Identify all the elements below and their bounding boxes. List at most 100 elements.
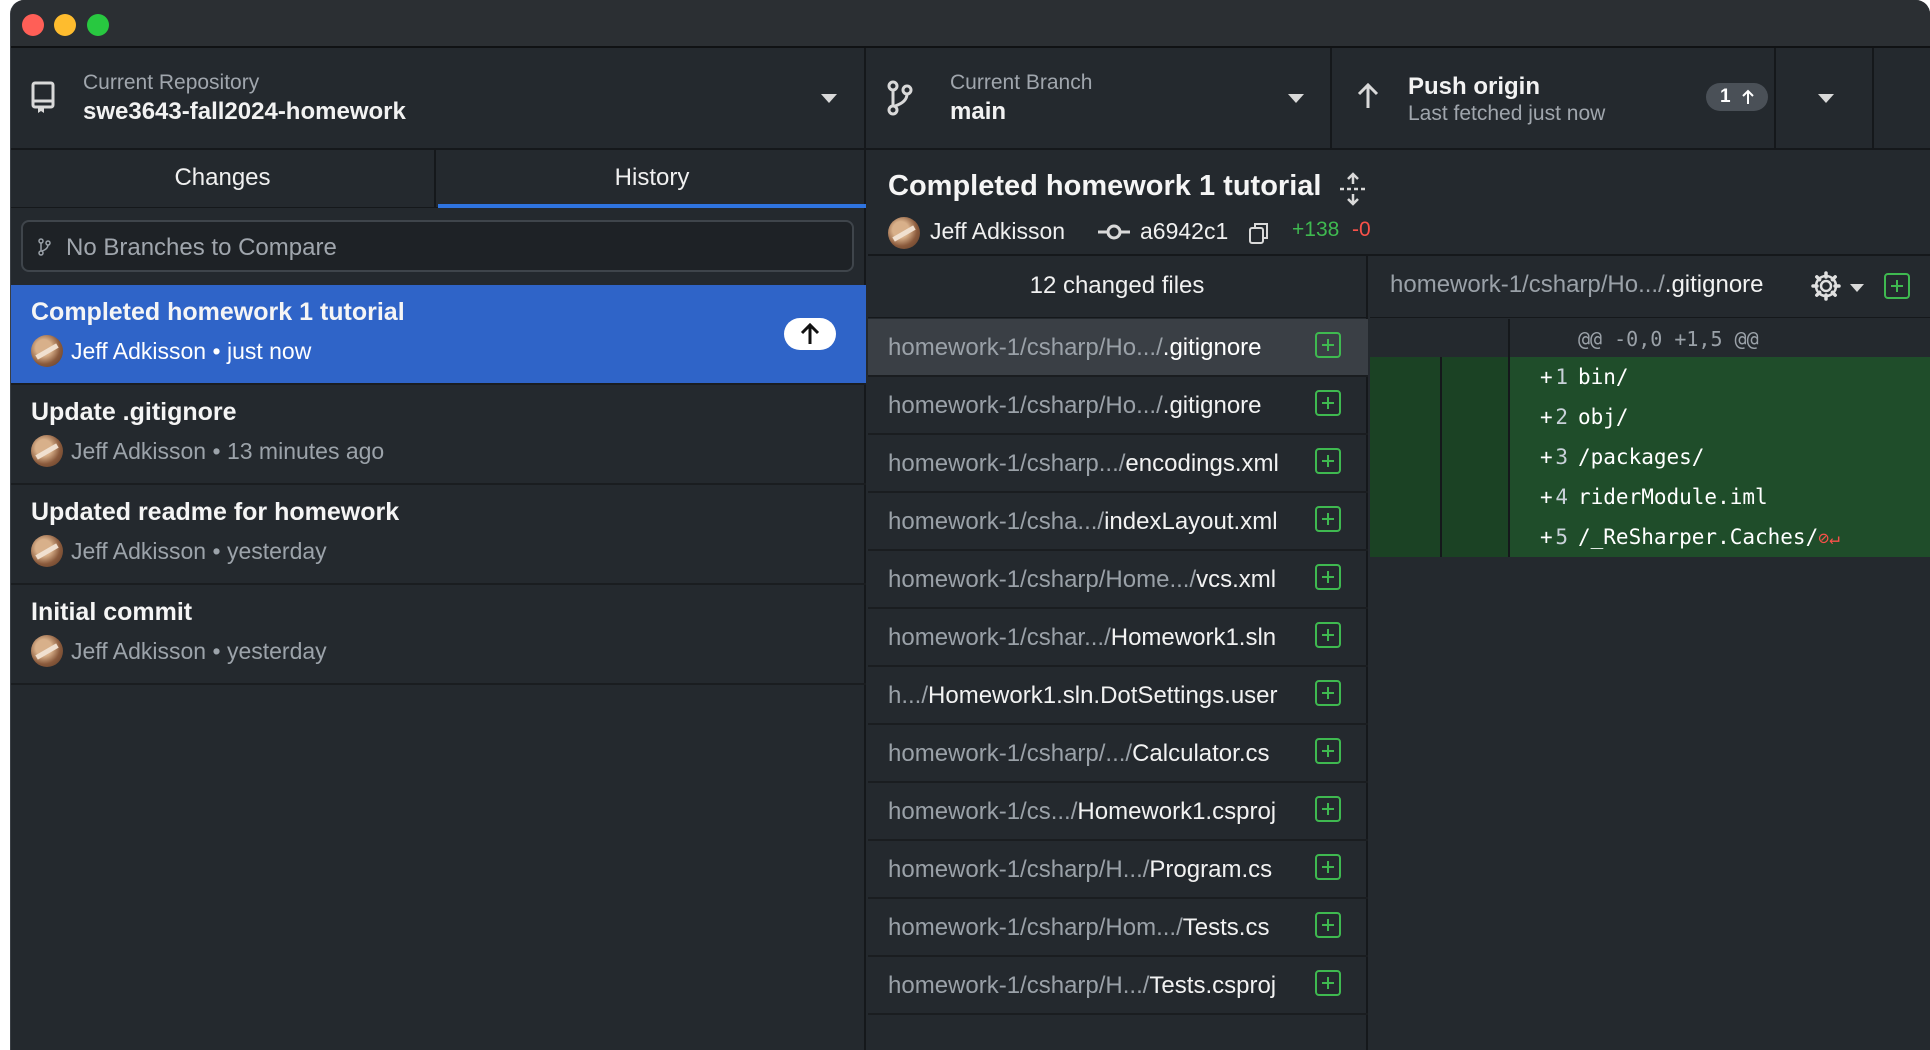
minimize-window-button[interactable]: [54, 14, 76, 36]
commit-meta: Jeff Adkisson • 13 minutes ago: [71, 438, 385, 464]
line-code: /packages/: [1578, 445, 1705, 469]
file-item[interactable]: homework-1/csharp/H.../Tests.csproj: [868, 957, 1368, 1015]
file-added-icon: [1315, 680, 1341, 706]
branch-icon: [887, 80, 913, 116]
push-dropdown-button[interactable]: [1774, 48, 1874, 148]
avatar: [888, 217, 920, 249]
diff-line[interactable]: 4 + riderModule.iml: [1370, 477, 1930, 517]
file-name: Tests.csproj: [1149, 972, 1277, 999]
app-window: Current Repository swe3643-fall2024-home…: [10, 0, 1930, 1050]
commit-item[interactable]: Initial commit Jeff Adkisson • yesterday: [11, 585, 866, 685]
additions-count: +138: [1292, 218, 1340, 241]
commit-item[interactable]: Updated readme for homework Jeff Adkisso…: [11, 485, 866, 585]
diff-line[interactable]: 1 + bin/: [1370, 357, 1930, 397]
file-item[interactable]: homework-1/cs.../Homework1.csproj: [868, 783, 1368, 841]
commit-detail-author: Jeff Adkisson: [930, 218, 1066, 244]
file-dir: h.../: [888, 682, 929, 709]
git-commit-icon: [1098, 224, 1130, 240]
file-dir: homework-1/csharp/Hom.../: [888, 914, 1183, 941]
avatar: [31, 335, 63, 367]
changed-files-list: 12 changed files homework-1/csharp/Ho...…: [868, 256, 1368, 1050]
file-name: Homework1.csproj: [1077, 798, 1277, 825]
commit-title: Update .gitignore: [31, 398, 237, 426]
file-name: vcs.xml: [1196, 566, 1277, 593]
tab-bar: Changes History: [11, 150, 866, 208]
file-item[interactable]: homework-1/csharp.../encodings.xml: [868, 435, 1368, 493]
copy-icon[interactable]: [1248, 221, 1270, 245]
branch-icon: [38, 238, 51, 256]
line-code: bin/: [1578, 365, 1629, 389]
commit-title: Completed homework 1 tutorial: [31, 298, 405, 326]
file-dir: homework-1/cs.../: [888, 798, 1078, 825]
file-dir: homework-1/csharp/H.../: [888, 972, 1150, 999]
file-item[interactable]: homework-1/csharp/H.../Program.cs: [868, 841, 1368, 899]
file-name: .gitignore: [1162, 334, 1262, 361]
file-dir: homework-1/csharp/Ho.../: [888, 392, 1163, 419]
branch-compare-input[interactable]: No Branches to Compare: [21, 220, 854, 272]
hunk-text: @@ -0,0 +1,5 @@: [1578, 327, 1759, 351]
commit-title: Updated readme for homework: [31, 498, 400, 526]
file-name: Tests.cs: [1182, 914, 1270, 941]
file-dir: homework-1/csharp/Home.../: [888, 566, 1197, 593]
commit-item[interactable]: Update .gitignore Jeff Adkisson • 13 min…: [11, 385, 866, 485]
file-path: homework-1/cshar.../Homework1.sln: [888, 624, 1276, 652]
file-added-icon: [1884, 273, 1910, 299]
deletions-count: -0: [1352, 218, 1371, 241]
file-item[interactable]: homework-1/csha.../indexLayout.xml: [868, 493, 1368, 551]
line-sign: +: [1540, 445, 1553, 469]
title-bar: [11, 0, 1930, 48]
commit-title: Initial commit: [31, 598, 193, 626]
commit-time: yesterday: [226, 538, 327, 564]
file-item[interactable]: h.../Homework1.sln.DotSettings.user: [868, 667, 1368, 725]
commit-meta: Jeff Adkisson • yesterday: [71, 638, 327, 664]
gear-icon: [1811, 271, 1841, 301]
file-path: homework-1/cs.../Homework1.csproj: [888, 798, 1276, 826]
file-added-icon: [1315, 506, 1341, 532]
file-dir: homework-1/csha.../: [888, 508, 1105, 535]
tab-history[interactable]: History: [438, 150, 866, 208]
commit-author: Jeff Adkisson: [71, 338, 207, 364]
tab-changes[interactable]: Changes: [11, 150, 436, 208]
diff-line[interactable]: 2 + obj/: [1370, 397, 1930, 437]
file-dir: homework-1/cshar.../: [888, 624, 1111, 651]
file-path: homework-1/csha.../indexLayout.xml: [888, 508, 1278, 536]
line-code: /_ReSharper.Caches/⊘↵: [1578, 525, 1840, 549]
file-name: Calculator.cs: [1132, 740, 1270, 767]
diff-line[interactable]: 5 +/_ReSharper.Caches/⊘↵: [1370, 517, 1930, 557]
expand-icon[interactable]: [1338, 172, 1368, 206]
file-dir: homework-1/csharp/Ho.../: [888, 334, 1163, 361]
file-name: .gitignore: [1162, 392, 1262, 419]
repo-icon: [31, 81, 55, 113]
file-item[interactable]: homework-1/csharp/Home.../vcs.xml: [868, 551, 1368, 609]
file-name: encodings.xml: [1125, 450, 1279, 477]
current-branch-button[interactable]: Current Branch main: [868, 48, 1332, 148]
file-added-icon: [1315, 970, 1341, 996]
push-origin-button[interactable]: Push origin Last fetched just now 1: [1334, 48, 1874, 148]
chevron-down-icon: [1818, 94, 1834, 103]
diff-line[interactable]: 3 +/packages/: [1370, 437, 1930, 477]
file-name: Homework1.sln: [1110, 624, 1277, 651]
file-item[interactable]: homework-1/csharp/Ho.../.gitignore: [868, 377, 1368, 435]
commit-author: Jeff Adkisson: [71, 538, 207, 564]
commit-meta: Jeff Adkisson • just now: [71, 338, 312, 364]
file-item[interactable]: homework-1/csharp/.../Calculator.cs: [868, 725, 1368, 783]
toolbar: Current Repository swe3643-fall2024-home…: [11, 48, 1930, 150]
close-window-button[interactable]: [22, 14, 44, 36]
file-dir: homework-1/csharp/H.../: [888, 856, 1150, 883]
file-added-icon: [1315, 332, 1341, 358]
file-item[interactable]: homework-1/csharp/Ho.../.gitignore: [868, 319, 1368, 377]
commit-item[interactable]: Completed homework 1 tutorial Jeff Adkis…: [11, 285, 866, 385]
unpushed-commit-badge: [784, 318, 836, 350]
file-path: homework-1/csharp/Home.../vcs.xml: [888, 566, 1276, 594]
chevron-down-icon: [1850, 284, 1864, 292]
changed-files-header: 12 changed files: [868, 256, 1366, 318]
diff-settings-button[interactable]: [1810, 270, 1870, 304]
zoom-window-button[interactable]: [87, 14, 109, 36]
file-item[interactable]: homework-1/csharp/Hom.../Tests.cs: [868, 899, 1368, 957]
line-code: riderModule.iml: [1578, 485, 1768, 509]
commit-detail-title: Completed homework 1 tutorial: [888, 170, 1322, 202]
file-item[interactable]: homework-1/cshar.../Homework1.sln: [868, 609, 1368, 667]
file-path: homework-1/csharp/Ho.../.gitignore: [888, 334, 1262, 362]
current-repository-button[interactable]: Current Repository swe3643-fall2024-home…: [11, 48, 866, 148]
commit-meta: Jeff Adkisson • yesterday: [71, 538, 327, 564]
